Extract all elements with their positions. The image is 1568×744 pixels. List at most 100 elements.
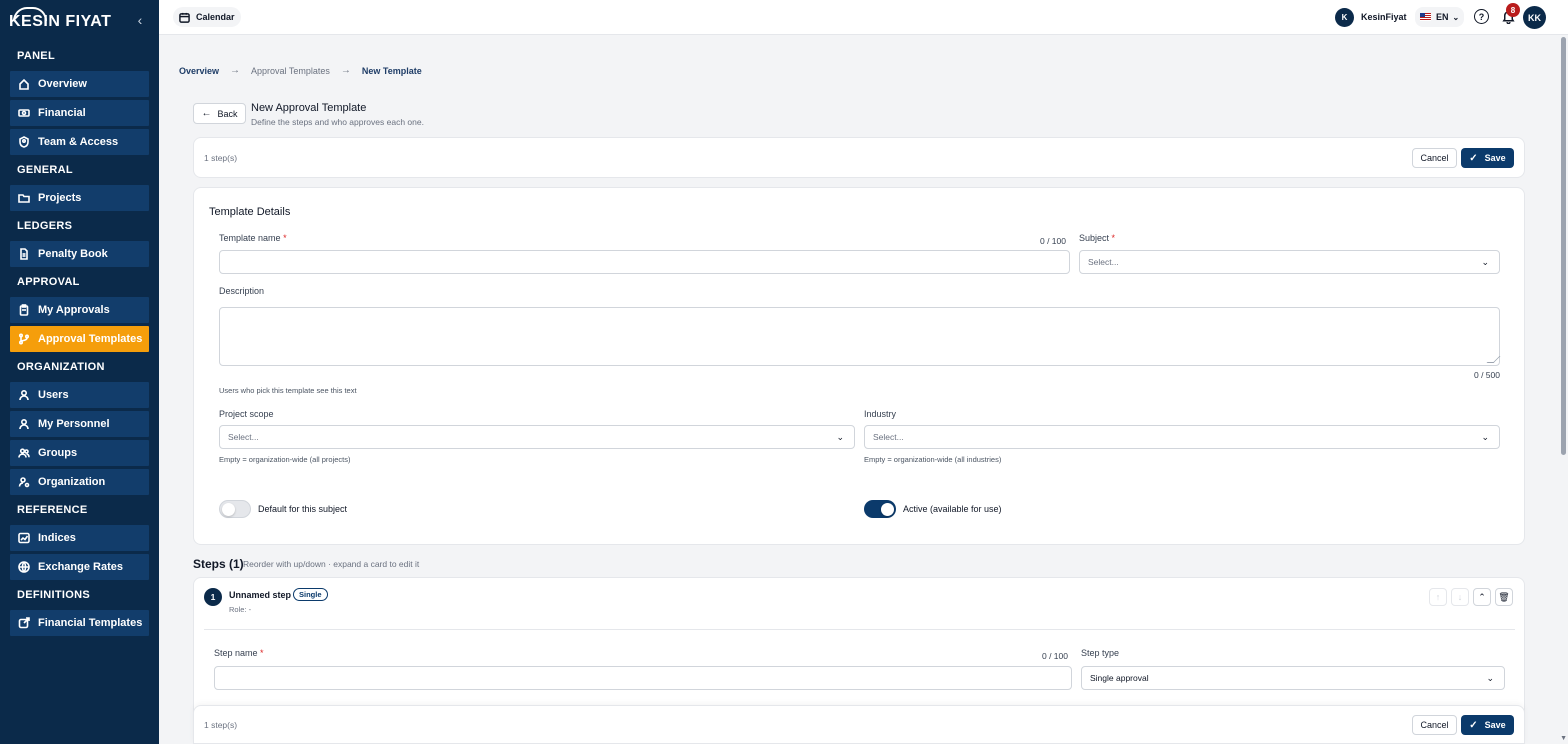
template-name-label: Template name * [219, 233, 287, 243]
sidebar-item-penalty-book[interactable]: Penalty Book [10, 241, 149, 267]
subject-label-text: Subject [1079, 233, 1110, 243]
folder-icon [18, 192, 30, 204]
cancel-button[interactable]: Cancel [1412, 715, 1457, 735]
page-subtitle: Define the steps and who approves each o… [251, 117, 424, 127]
default-subject-label: Default for this subject [258, 504, 348, 514]
top-action-bar: 1 step(s) Cancel ✓ Save [193, 137, 1525, 178]
breadcrumb-overview[interactable]: Overview [179, 66, 219, 76]
industry-select[interactable]: Select... ⌄ [864, 425, 1500, 449]
step-role: Role: - [229, 605, 252, 614]
check-icon: ✓ [1469, 152, 1478, 164]
move-up-button[interactable]: ↑ [1429, 588, 1447, 606]
template-name-input[interactable] [219, 250, 1070, 274]
delete-step-button[interactable]: 🗑︎ [1495, 588, 1513, 606]
sidebar: KESIN FIYAT ‹ PANEL Overview Financial Team… [0, 0, 159, 744]
collapse-step-button[interactable]: ⌃ [1473, 588, 1491, 606]
cancel-button[interactable]: Cancel [1412, 148, 1457, 168]
chart-icon [18, 532, 30, 544]
clipboard-icon [18, 304, 30, 316]
chevron-down-icon: ⌄ [1481, 432, 1489, 442]
scroll-down-icon[interactable]: ▼ [1560, 735, 1567, 742]
project-scope-hint: Empty = organization-wide (all projects) [219, 455, 351, 464]
subject-select[interactable]: Select... ⌄ [1079, 250, 1500, 274]
required-mark: * [283, 233, 287, 243]
sidebar-item-financial[interactable]: Financial [10, 100, 149, 126]
brand-logo[interactable]: KESIN FIYAT [9, 7, 111, 31]
sidebar-section-organization: ORGANIZATION [17, 361, 105, 373]
step-type-value: Single approval [1090, 673, 1149, 683]
calendar-label: Calendar [196, 12, 235, 22]
shield-user-icon [18, 136, 30, 148]
step-name-label-text: Step name [214, 648, 258, 658]
step-divider [204, 629, 1515, 630]
template-name-label-text: Template name [219, 233, 281, 243]
help-icon[interactable]: ? [1474, 9, 1489, 24]
step-count: 1 step(s) [204, 720, 238, 730]
sidebar-item-label: Penalty Book [38, 248, 108, 260]
required-mark: * [260, 648, 264, 658]
required-mark: * [1111, 233, 1116, 243]
sidebar-item-label: Exchange Rates [38, 561, 123, 573]
sidebar-section-approval: APPROVAL [17, 276, 80, 288]
description-label: Description [219, 286, 265, 296]
sidebar-item-label: Indices [38, 532, 76, 544]
sidebar-item-financial-templates[interactable]: Financial Templates [10, 610, 149, 636]
user-name: KesinFiyat [1361, 12, 1407, 22]
breadcrumb-approval-templates[interactable]: Approval Templates [251, 66, 330, 76]
active-toggle[interactable] [864, 500, 896, 518]
collapse-sidebar-icon[interactable]: ‹ [133, 13, 147, 27]
chevron-down-icon: ⌄ [1481, 257, 1489, 267]
sidebar-item-my-personnel[interactable]: My Personnel [10, 411, 149, 437]
calendar-button[interactable]: Calendar [173, 7, 241, 27]
money-icon [18, 107, 30, 119]
language-selector[interactable]: EN ⌄ [1415, 7, 1465, 27]
sidebar-section-reference: REFERENCE [17, 504, 88, 516]
industry-hint: Empty = organization-wide (all industrie… [864, 455, 1002, 464]
sidebar-item-users[interactable]: Users [10, 382, 149, 408]
sidebar-item-label: Financial Templates [38, 617, 143, 629]
us-flag-icon [1420, 13, 1431, 21]
move-down-button[interactable]: ↓ [1451, 588, 1469, 606]
page-title: New Approval Template [251, 102, 367, 114]
description-textarea[interactable] [219, 307, 1500, 366]
arrow-right-icon: → [230, 65, 241, 76]
sidebar-item-overview[interactable]: Overview [10, 71, 149, 97]
sidebar-item-approval-templates[interactable]: Approval Templates [10, 326, 149, 352]
globe-icon [18, 561, 30, 573]
scrollbar-thumb[interactable] [1561, 37, 1566, 455]
project-scope-label: Project scope [219, 409, 274, 419]
step-type-select[interactable]: Single approval ⌄ [1081, 666, 1505, 690]
save-label: Save [1484, 153, 1506, 163]
sidebar-item-my-approvals[interactable]: My Approvals [10, 297, 149, 323]
sidebar-item-team-access[interactable]: Team & Access [10, 129, 149, 155]
sidebar-item-indices[interactable]: Indices [10, 525, 149, 551]
default-subject-toggle[interactable] [219, 500, 251, 518]
chevron-down-icon: ⌄ [1486, 673, 1494, 683]
sidebar-item-exchange-rates[interactable]: Exchange Rates [10, 554, 149, 580]
sidebar-item-label: Users [38, 389, 69, 401]
save-button[interactable]: ✓ Save [1461, 148, 1514, 168]
sidebar-section-definitions: DEFINITIONS [17, 589, 90, 601]
sidebar-item-groups[interactable]: Groups [10, 440, 149, 466]
user-cog-icon [18, 476, 30, 488]
users-icon [18, 447, 30, 459]
save-button[interactable]: ✓ Save [1461, 715, 1514, 735]
project-scope-select[interactable]: Select... ⌄ [219, 425, 855, 449]
step-name-input[interactable] [214, 666, 1072, 690]
account-avatar[interactable]: KK [1523, 6, 1546, 29]
sidebar-item-projects[interactable]: Projects [10, 185, 149, 211]
industry-placeholder: Select... [873, 432, 904, 442]
sidebar-item-organization[interactable]: Organization [10, 469, 149, 495]
breadcrumb-new-template: New Template [361, 65, 422, 76]
step-count: 1 step(s) [204, 153, 238, 163]
sidebar-item-label: My Approvals [38, 304, 110, 316]
user-menu[interactable]: K KesinFiyat [1335, 7, 1407, 27]
sidebar-item-label: Overview [38, 78, 87, 90]
chevron-down-icon: ⌄ [836, 432, 844, 442]
topbar: Calendar K KesinFiyat EN ⌄ ? 8 KK [159, 0, 1568, 35]
step-type-label: Step type [1081, 648, 1120, 658]
sidebar-item-label: Projects [38, 192, 82, 204]
chevron-down-icon: ⌄ [1452, 12, 1460, 22]
back-button[interactable]: ← Back [193, 103, 246, 124]
arrow-down-icon: ↓ [1457, 592, 1463, 602]
